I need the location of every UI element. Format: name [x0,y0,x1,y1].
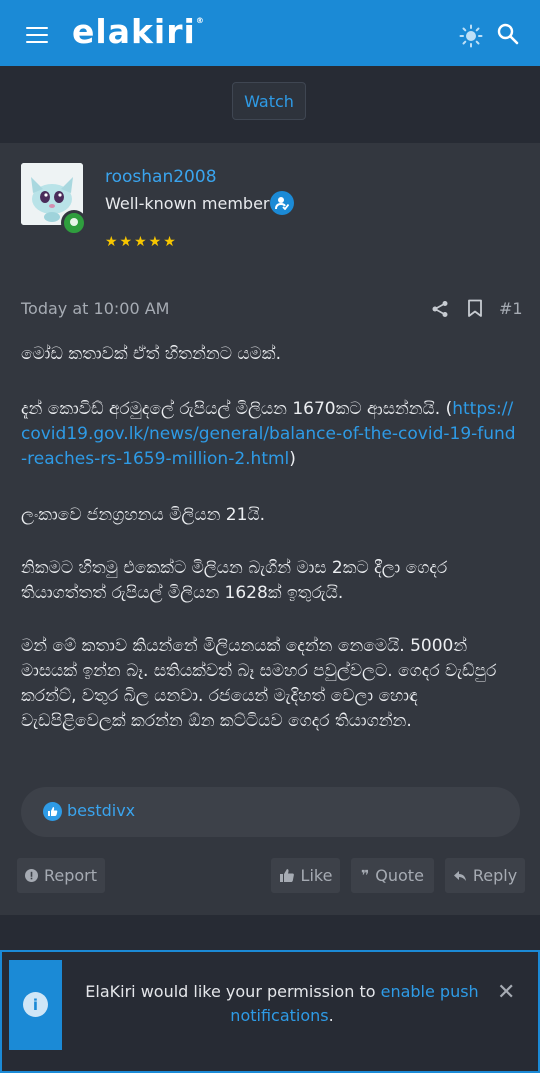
search-icon[interactable] [497,23,519,45]
reactions-bar[interactable]: bestdivx [21,787,520,837]
post-paragraph-2: දැන් කොවිඩ් අරමුදලේ රුපියල් මිලියන 1670ක… [21,399,516,469]
post-number[interactable]: #1 [499,299,523,318]
site-logo[interactable]: elakiri® [72,12,205,51]
rating-stars: ★★★★★ [105,234,178,250]
post-date[interactable]: Today at 10:00 AM [21,299,169,318]
alert-icon [24,869,38,882]
reply-button[interactable]: Reply [445,858,525,893]
menu-icon[interactable] [26,27,48,43]
notification-info-box: i [9,960,62,1050]
post-paragraph-3: ලංකාවෙ ජනග්‍රහනය මිලියන 21යි. [21,505,266,525]
push-notification-banner: i ElaKiri would like your permission to … [0,950,540,1073]
reply-icon [453,870,466,881]
online-status-indicator [61,210,87,236]
quote-icon: ❞ [361,867,370,884]
verified-user-icon [270,191,294,215]
like-reaction-icon [43,802,62,821]
report-button[interactable]: Report [17,858,105,893]
bookmark-icon[interactable] [467,299,483,318]
share-icon[interactable] [431,300,449,318]
thumbs-up-icon [279,869,294,882]
info-icon: i [23,992,48,1017]
post-paragraph-5: මන් මේ කතාව කියන්නේ මිලියනයක් දෙන්න නෙමෙ… [21,636,497,731]
close-icon[interactable]: ✕ [497,980,515,1005]
post-author-username[interactable]: rooshan2008 [105,167,217,187]
post-paragraph-4: නිකමට හිතමු එකෙක්ට මිලියන බැගින් මාස 2කට… [21,558,448,603]
top-navigation-bar: elakiri® [0,0,540,66]
reaction-username[interactable]: bestdivx [67,801,135,820]
quote-button[interactable]: ❞ Quote [351,858,434,893]
post-paragraph-1: මෝඩ කතාවක් ඒත් හිතන්නට යමක්. [21,344,281,364]
like-button[interactable]: Like [271,858,340,893]
theme-sun-icon[interactable] [459,24,483,48]
notification-message: ElaKiri would like your permission to en… [85,982,479,1025]
user-title: Well-known member [105,194,270,213]
watch-button[interactable]: Watch [232,82,306,120]
